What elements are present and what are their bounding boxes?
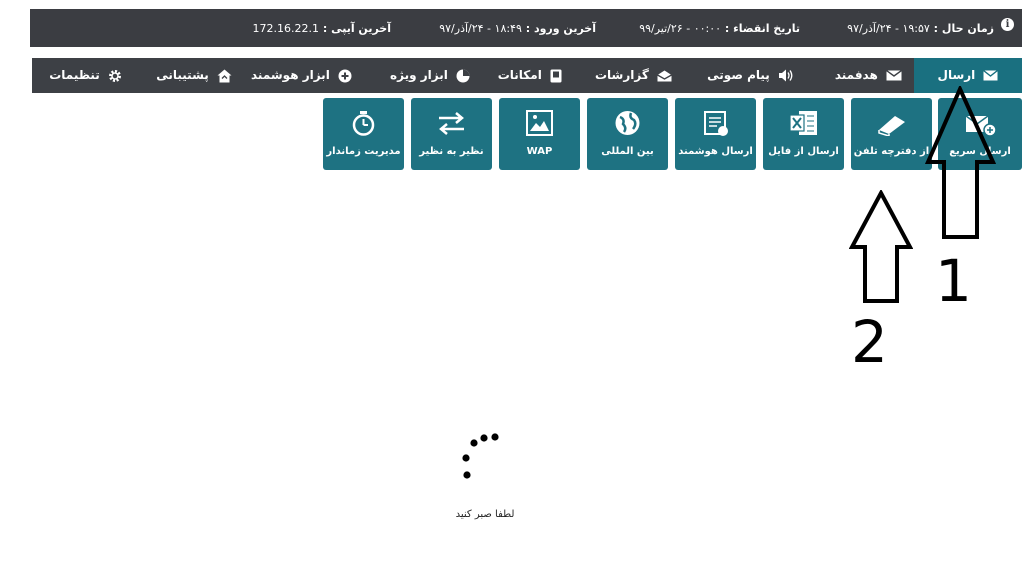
envelope-icon <box>983 70 999 81</box>
swap-arrows-icon <box>439 112 464 135</box>
loading-spinner <box>462 433 499 479</box>
excel-file-icon <box>789 111 817 135</box>
tile-label: بین المللی <box>601 146 654 157</box>
phonebook-tile[interactable]: از دفترچه تلفن <box>851 98 932 170</box>
peer-to-peer-tile[interactable]: نظیر به نظیر <box>411 98 492 170</box>
last-login: آخرین ورود : ۱۸:۴۹ - ۲۴/آذر/۹۷ <box>439 22 596 35</box>
tab-features[interactable]: امکانات <box>498 58 562 93</box>
book-icon <box>550 69 562 82</box>
loading-text: لطفا صبر کنید <box>455 509 515 520</box>
wap-image-icon <box>526 110 553 136</box>
tile-label: از دفترچه تلفن <box>853 146 930 157</box>
open-envelope-icon <box>657 70 672 81</box>
annotation-arrow-1 <box>924 86 996 239</box>
annotation-arrow-2 <box>849 190 913 303</box>
smart-send-tile[interactable]: ارسال هوشمند <box>675 98 756 170</box>
tab-special-tools[interactable]: ابزار ویژه <box>390 58 470 93</box>
expiry-date: تاریخ انقضاء : ۰۰:۰۰ - ۲۶/تیر/۹۹ <box>639 22 800 35</box>
stopwatch-icon <box>352 111 375 136</box>
tile-label: نظیر به نظیر <box>419 146 484 157</box>
international-tile[interactable]: بین المللی <box>587 98 668 170</box>
tab-support[interactable]: پشتیبانی <box>156 58 232 93</box>
current-time: زمان حال : ۱۹:۵۷ - ۲۴/آذر/۹۷ <box>847 22 994 35</box>
info-bar: i زمان حال : ۱۹:۵۷ - ۲۴/آذر/۹۷ تاریخ انق… <box>30 9 1022 47</box>
tile-label: ارسال از فایل <box>768 146 839 157</box>
info-icon: i <box>1001 18 1014 31</box>
tab-smart-tools[interactable]: ابزار هوشمند <box>251 58 352 93</box>
target-mail-icon <box>886 70 902 81</box>
globe-icon <box>615 111 640 135</box>
main-nav: ارسال هدفمند پیام صوتی گزارشات امکانات ا… <box>32 58 1022 93</box>
tab-voice-message[interactable]: پیام صوتی <box>707 58 794 93</box>
send-from-file-tile[interactable]: ارسال از فایل <box>763 98 844 170</box>
pie-chart-icon <box>456 69 470 82</box>
tab-reports[interactable]: گزارشات <box>595 58 672 93</box>
tab-targeted[interactable]: هدفمند <box>835 58 902 93</box>
tile-label: WAP <box>526 146 553 157</box>
tile-label: مدیریت زماندار <box>326 146 401 157</box>
last-ip: آخرین آیپی : 172.16.22.1 <box>252 22 391 35</box>
home-icon <box>217 69 232 82</box>
plus-circle-icon <box>338 69 352 82</box>
wap-tile[interactable]: WAP <box>499 98 580 170</box>
gear-icon <box>109 69 121 82</box>
smart-send-icon <box>704 111 728 136</box>
tile-label: ارسال هوشمند <box>678 146 753 157</box>
phonebook-icon <box>878 116 905 136</box>
timed-management-tile[interactable]: مدیریت زماندار <box>323 98 404 170</box>
annotation-label-1: 1 <box>935 247 972 315</box>
speaker-icon <box>779 69 793 82</box>
annotation-label-2: 2 <box>851 308 888 376</box>
tab-settings[interactable]: تنظیمات <box>49 58 122 93</box>
